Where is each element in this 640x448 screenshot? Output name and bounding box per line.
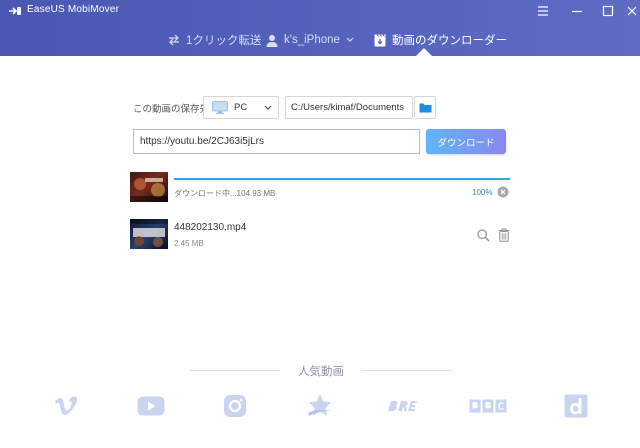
close-icon[interactable] xyxy=(624,3,640,19)
youtube-icon[interactable] xyxy=(136,392,166,420)
download-progress-fill xyxy=(174,178,510,180)
video-thumbnail xyxy=(130,172,168,202)
tab-one-click-transfer-label: 1クリック転送 xyxy=(186,35,262,47)
browse-folder-button[interactable] xyxy=(414,96,436,119)
video-thumbnail xyxy=(130,219,168,249)
download-status-text: ダウンロード中...104.93 MB xyxy=(174,189,276,198)
save-path-field[interactable]: C:/Users/kimaf/Documents xyxy=(285,96,413,119)
dailymotion-icon[interactable] xyxy=(561,392,591,420)
search-icon[interactable] xyxy=(477,229,490,242)
cancel-download-icon[interactable] xyxy=(497,186,509,198)
download-percent: 100% xyxy=(472,188,493,197)
save-location-label: この動画の保存先 xyxy=(133,104,210,115)
main-nav: 1クリック転送 k's_iPhone 動画のダウンローダー xyxy=(0,28,640,52)
title-bar: EaseUS MobiMover xyxy=(0,0,640,22)
folder-icon xyxy=(419,103,431,113)
transfer-icon xyxy=(169,34,179,46)
bbc-icon[interactable] xyxy=(468,392,508,420)
video-download-icon xyxy=(374,33,386,46)
user-icon xyxy=(266,34,278,47)
break-icon[interactable] xyxy=(386,392,422,420)
tab-device-label: k's_iPhone xyxy=(284,34,340,46)
monitor-icon xyxy=(212,101,228,114)
tab-one-click-transfer[interactable]: 1クリック転送 xyxy=(168,30,261,50)
download-progress-bar xyxy=(174,178,510,180)
chevron-down-icon xyxy=(264,105,272,110)
save-device-label: PC xyxy=(234,102,248,113)
download-button[interactable]: ダウンロード xyxy=(426,129,506,154)
maximize-icon[interactable] xyxy=(600,3,616,19)
save-device-select[interactable]: PC xyxy=(203,96,279,119)
downloaded-file-size: 2.45 MB xyxy=(174,239,204,248)
app-header: EaseUS MobiMover 1クリック転送 k's_iPhone 動画のダ… xyxy=(0,0,640,56)
popular-videos-title: 人気動画 xyxy=(298,366,344,378)
app-logo-icon xyxy=(9,7,21,15)
trash-icon[interactable] xyxy=(498,228,510,242)
active-tab-indicator xyxy=(416,48,432,56)
chevron-down-icon xyxy=(346,37,354,42)
divider xyxy=(362,370,452,371)
divider xyxy=(190,370,280,371)
vimeo-icon[interactable] xyxy=(52,392,82,420)
url-input[interactable]: https://youtu.be/2CJ63i5jLrs xyxy=(133,129,420,154)
tab-device[interactable]: k's_iPhone xyxy=(266,30,354,50)
downloaded-file-name: 448202130.mp4 xyxy=(174,222,247,233)
tab-video-downloader-label: 動画のダウンローダー xyxy=(392,35,507,47)
tab-video-downloader[interactable]: 動画のダウンローダー xyxy=(374,30,507,50)
hamburger-icon[interactable] xyxy=(535,3,551,19)
dailystar-icon[interactable] xyxy=(305,392,335,420)
minimize-icon[interactable] xyxy=(569,3,585,19)
app-title: EaseUS MobiMover xyxy=(27,4,120,15)
instagram-icon[interactable] xyxy=(220,392,250,420)
